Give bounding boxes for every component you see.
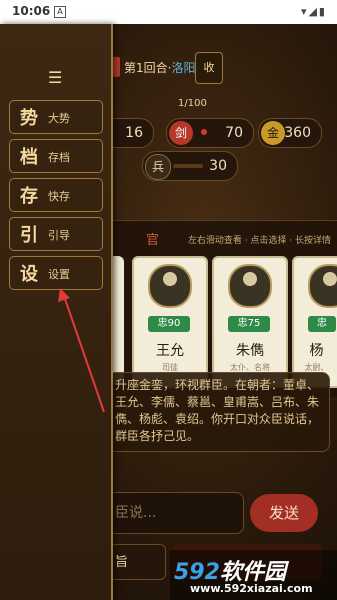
side-drawer: ☰ 势 大势 档 存档 存 快存 引 引导 设 设置 — [0, 24, 113, 600]
menu-item-settings[interactable]: 设 设置 — [9, 256, 103, 290]
stat-value: 360 — [284, 125, 311, 141]
stat-military: 剑 70 — [166, 118, 254, 148]
stat-dot — [201, 129, 207, 135]
story-box: 升座金銮，环视群臣。在朝者：董卓、王允、李儒、蔡邕、皇甫嵩、吕布、朱儁、杨彪、袁… — [108, 372, 330, 452]
story-text: 升座金銮，环视群臣。在朝者：董卓、王允、李儒、蔡邕、皇甫嵩、吕布、朱儁、杨彪、袁… — [115, 378, 320, 443]
menu-item-guide[interactable]: 引 引导 — [9, 217, 103, 251]
loyalty-badge: 忠90 — [148, 316, 190, 332]
official-card-yang[interactable]: 忠 杨 太尉、 — [292, 256, 337, 388]
stat-bar — [173, 164, 203, 168]
gold-icon: 金 — [261, 121, 285, 145]
sword-icon: 剑 — [169, 121, 193, 145]
menu-item-save-archive[interactable]: 档 存档 — [9, 139, 103, 173]
watermark-url: www.592xiazai.com — [190, 582, 313, 595]
official-card-wang-yun[interactable]: 忠90 王允 司徒 — [132, 256, 208, 388]
portrait-icon — [228, 264, 272, 308]
menu-item-glyph: 档 — [20, 147, 38, 168]
status-time: 10:06 — [12, 4, 51, 18]
stat-troops: 兵 30 — [142, 151, 238, 181]
menu-item-label: 存档 — [48, 151, 70, 164]
stat-gold: 金 360 — [258, 118, 322, 148]
menu-item-label: 快存 — [48, 190, 70, 203]
menu-item-glyph: 引 — [20, 225, 38, 246]
menu-item-label: 设置 — [48, 268, 70, 281]
turn-progress: 1/100 — [178, 98, 207, 109]
menu-icon[interactable]: ☰ — [48, 68, 62, 87]
speech-input[interactable] — [113, 501, 237, 525]
portrait-icon — [308, 264, 337, 308]
send-button[interactable]: 发送 — [250, 494, 318, 532]
notification-icon: A — [54, 6, 66, 18]
menu-item-quick-save[interactable]: 存 快存 — [9, 178, 103, 212]
menu-item-label: 大势 — [48, 112, 70, 125]
portrait-icon — [148, 264, 192, 308]
round-info: 第1回合·洛阳 — [124, 61, 196, 75]
decree-button[interactable]: 旨 — [108, 544, 166, 580]
official-card-zhu-jun[interactable]: 忠75 朱儁 太仆、名将 — [212, 256, 288, 388]
official-name: 朱儁 — [236, 343, 264, 359]
menu-item-situation[interactable]: 势 大势 — [9, 100, 103, 134]
watermark: 592软件园 www.592xiazai.com — [170, 550, 337, 600]
panel-hint: 左右滑动查看 · 点击选择 · 长按详情 — [187, 236, 331, 246]
panel-title: 官 — [146, 233, 160, 248]
status-icons: ▾◢▮ — [300, 5, 327, 18]
loyalty-badge: 忠 — [308, 316, 336, 332]
stat-value: 16 — [125, 125, 143, 141]
status-bar: 10:06 A ▾◢▮ — [0, 0, 337, 24]
round-badge — [112, 57, 120, 77]
menu-item-glyph: 势 — [20, 108, 38, 129]
official-name: 王允 — [156, 343, 184, 359]
city-name: 洛阳 — [171, 61, 196, 75]
menu-item-glyph: 设 — [20, 264, 38, 285]
menu-item-glyph: 存 — [20, 186, 38, 207]
menu-item-label: 引导 — [48, 229, 70, 242]
official-name: 杨 — [309, 343, 324, 359]
stat-value: 30 — [209, 158, 227, 174]
loyalty-badge: 忠75 — [228, 316, 270, 332]
collapse-button[interactable]: 收 — [195, 52, 223, 84]
stat-value: 70 — [225, 125, 243, 141]
speech-input-box[interactable] — [108, 492, 244, 534]
soldier-icon: 兵 — [145, 154, 171, 180]
